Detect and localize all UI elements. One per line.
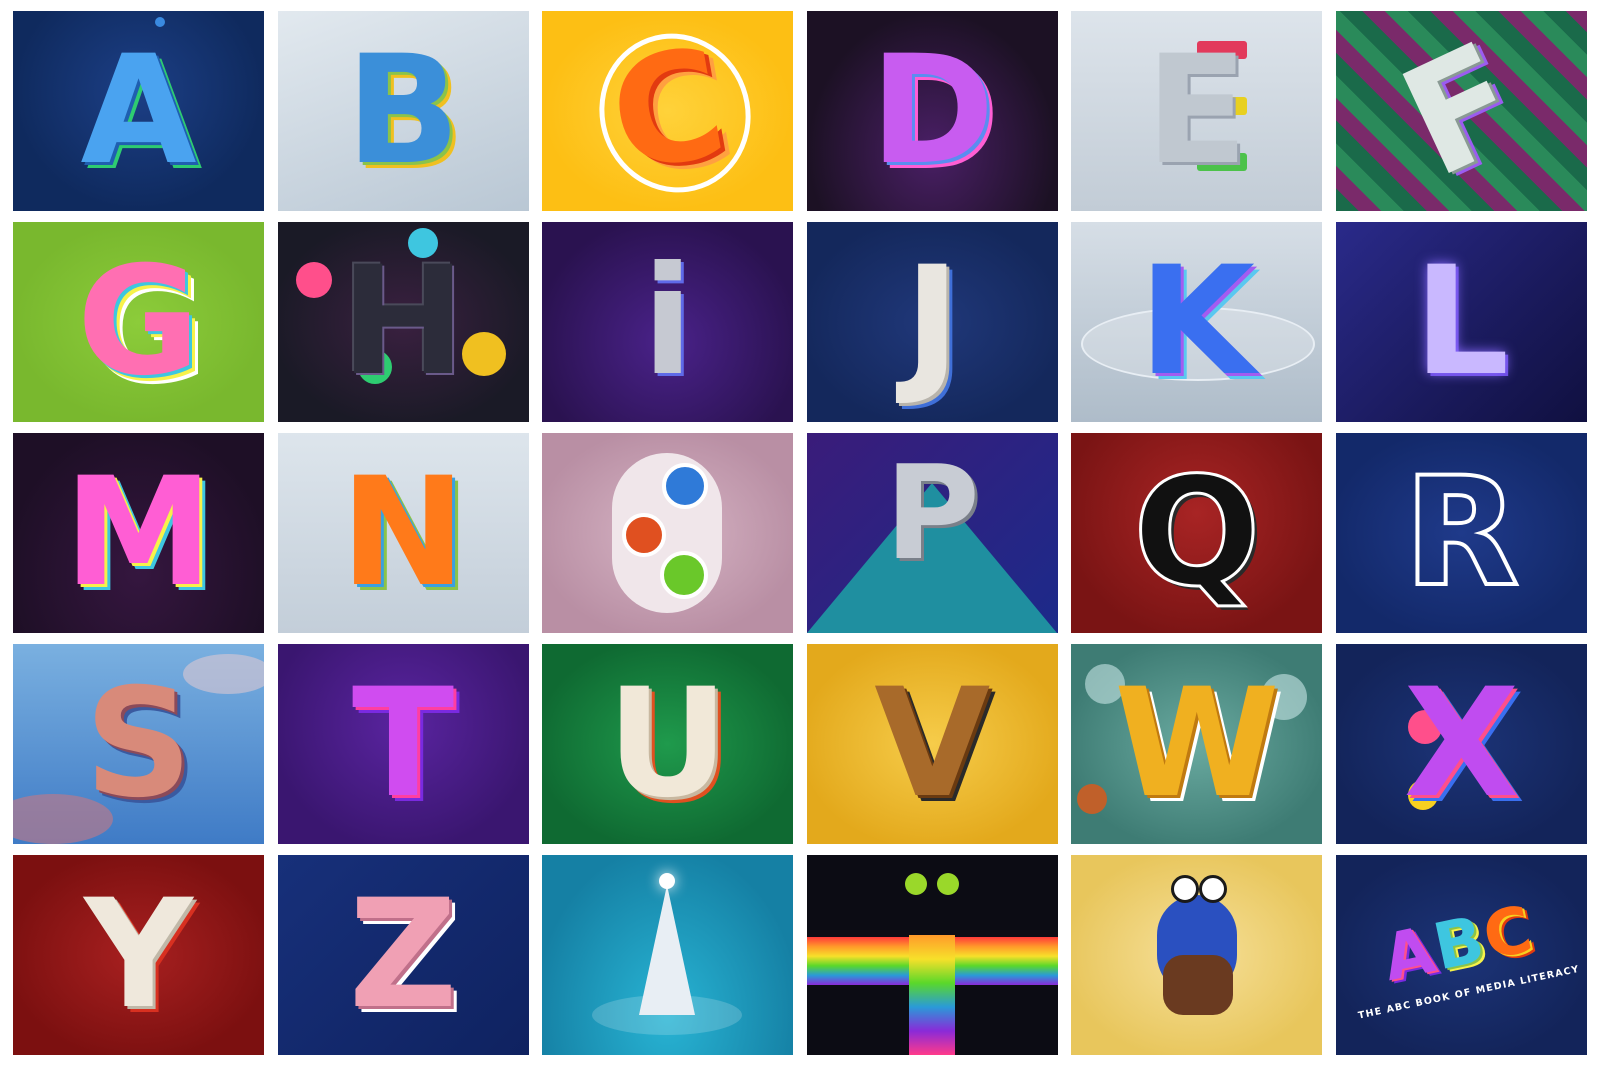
letter-o: O [604, 458, 732, 608]
rainbow-column-icon [908, 935, 955, 1055]
tile-e: E [1071, 11, 1323, 211]
letter-z: Z [348, 868, 458, 1042]
tile-c: C [542, 11, 794, 211]
tile-h: H [277, 222, 529, 422]
tile-s: S [13, 644, 264, 844]
tile-p: P [806, 433, 1058, 633]
tile-r: R [1335, 433, 1587, 633]
tile-m: M [13, 433, 264, 633]
letter-e: E [1145, 24, 1249, 198]
tile-w: W [1071, 644, 1323, 844]
letter-n: N [340, 446, 466, 620]
tile-abc-cover: ABC THE ABC BOOK OF MEDIA LITERACY [1335, 855, 1587, 1055]
tile-k: K [1071, 222, 1323, 422]
tile-f: F [1335, 11, 1587, 211]
tile-d: D [806, 11, 1058, 211]
tile-i: i [542, 222, 794, 422]
tile-q: Q [1071, 433, 1323, 633]
abc-cover-art: ABC THE ABC BOOK OF MEDIA LITERACY [1342, 889, 1581, 1021]
tile-g: G [13, 222, 264, 422]
letter-x: X [1403, 657, 1520, 831]
tile-x: X [1335, 644, 1587, 844]
letter-v: V [874, 657, 991, 831]
letter-y: Y [84, 868, 193, 1042]
letter-p: P [884, 437, 980, 589]
tile-l: L [1335, 222, 1587, 422]
cloud-icon [183, 654, 264, 694]
letter-g: G [76, 235, 201, 409]
letter-f: F [1378, 11, 1545, 211]
letter-w: W [1114, 657, 1280, 831]
tile-z: Z [277, 855, 529, 1055]
antenna-icon [936, 873, 959, 895]
tile-a: A [13, 11, 264, 211]
eye-icon [1199, 875, 1228, 903]
letter-i: i [641, 235, 694, 409]
tile-rainbow [806, 855, 1058, 1055]
bubble-icon [461, 332, 506, 376]
tile-o: O [542, 433, 794, 633]
letter-q: Q [1132, 446, 1263, 620]
letter-u: U [606, 657, 729, 831]
jacket-icon [1163, 955, 1234, 1015]
letter-j: J [904, 235, 961, 409]
tile-u: U [542, 644, 794, 844]
alphabet-grid: A B C D E F G H i J K L M N P Q R S T U … [13, 11, 1587, 1055]
letter-m: M [63, 446, 214, 620]
letter-b: B [345, 24, 461, 198]
letter-s: S [84, 657, 193, 831]
basketball-icon [1077, 784, 1108, 814]
letter-r: R [1402, 446, 1521, 620]
letter-l: L [1413, 235, 1510, 409]
letter-d: D [870, 24, 995, 198]
lighthouse-icon [639, 885, 696, 1015]
tile-n: N [277, 433, 529, 633]
tile-character [1071, 855, 1323, 1055]
tile-v: V [806, 644, 1058, 844]
letter-h: H [340, 235, 466, 409]
tile-t: T [277, 644, 529, 844]
letter-t: T [351, 657, 455, 831]
antenna-icon [904, 873, 927, 895]
tile-y: Y [13, 855, 264, 1055]
tile-j: J [806, 222, 1058, 422]
gem-icon [295, 262, 332, 298]
letter-a: A [80, 24, 197, 198]
letter-k: K [1138, 235, 1255, 409]
tile-b: B [277, 11, 529, 211]
tile-lighthouse [542, 855, 794, 1055]
